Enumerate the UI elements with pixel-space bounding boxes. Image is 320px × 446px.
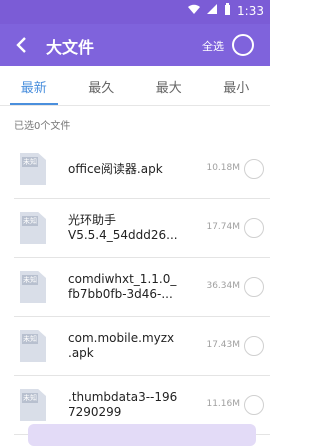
file-checkbox[interactable]: [244, 277, 264, 297]
unknown-file-icon: 未知: [20, 330, 46, 362]
file-type-tag: 未知: [22, 157, 38, 167]
unknown-file-icon: 未知: [20, 212, 46, 244]
unknown-file-icon: 未知: [20, 153, 46, 185]
file-name: .thumbdata3--196 7290299: [68, 390, 178, 419]
select-all-checkbox[interactable]: [232, 34, 254, 56]
file-size: 10.18M: [206, 163, 240, 173]
wifi-icon: [188, 3, 201, 18]
tab-oldest[interactable]: 最久: [68, 66, 136, 105]
select-all-label[interactable]: 全选: [202, 38, 224, 54]
file-list: 未知 office阅读器.apk 10.18M 未知 光环助手 V5.5.4_5…: [0, 140, 270, 446]
list-item[interactable]: 未知 .thumbdata3--196 7290299 11.16M: [14, 376, 270, 446]
tab-newest[interactable]: 最新: [0, 66, 68, 105]
battery-icon: [224, 3, 231, 18]
unknown-file-icon: 未知: [20, 271, 46, 303]
file-name: comdiwhxt_1.1.0_ fb7bb0fb-3d46-...: [68, 272, 177, 301]
file-name: office阅读器.apk: [68, 161, 163, 176]
file-size: 11.16M: [206, 399, 240, 409]
sort-tabs: 最新 最久 最大 最小: [0, 66, 270, 106]
selected-count: 已选0个文件: [14, 121, 71, 132]
file-size: 36.34M: [206, 281, 240, 291]
file-size: 17.43M: [206, 340, 240, 350]
delete-button[interactable]: [28, 424, 256, 446]
file-name: 光环助手 V5.5.4_54ddd26...: [68, 213, 178, 242]
active-tab-indicator: [10, 103, 58, 105]
unknown-file-icon: 未知: [20, 389, 46, 421]
tab-largest[interactable]: 最大: [135, 66, 203, 105]
tab-smallest[interactable]: 最小: [203, 66, 271, 105]
file-name: com.mobile.myzx .apk: [68, 331, 175, 360]
page-title: 大文件: [46, 38, 95, 57]
list-item[interactable]: 未知 comdiwhxt_1.1.0_ fb7bb0fb-3d46-... 36…: [14, 258, 270, 317]
file-size: 17.74M: [206, 222, 240, 232]
list-item[interactable]: 未知 光环助手 V5.5.4_54ddd26... 17.74M: [14, 199, 270, 258]
file-type-tag: 未知: [22, 393, 38, 403]
file-checkbox[interactable]: [244, 218, 264, 238]
app-bar: 大文件 全选: [0, 24, 270, 66]
list-item[interactable]: 未知 com.mobile.myzx .apk 17.43M: [14, 317, 270, 376]
file-type-tag: 未知: [22, 334, 38, 344]
file-checkbox[interactable]: [244, 159, 264, 179]
file-type-tag: 未知: [22, 216, 38, 226]
file-checkbox[interactable]: [244, 395, 264, 415]
list-item[interactable]: 未知 office阅读器.apk 10.18M: [14, 140, 270, 199]
file-checkbox[interactable]: [244, 336, 264, 356]
signal-icon: [206, 3, 218, 18]
status-bar: 1:33: [0, 0, 270, 24]
file-type-tag: 未知: [22, 275, 38, 285]
status-time: 1:33: [237, 3, 264, 18]
back-arrow-icon[interactable]: [10, 33, 34, 57]
